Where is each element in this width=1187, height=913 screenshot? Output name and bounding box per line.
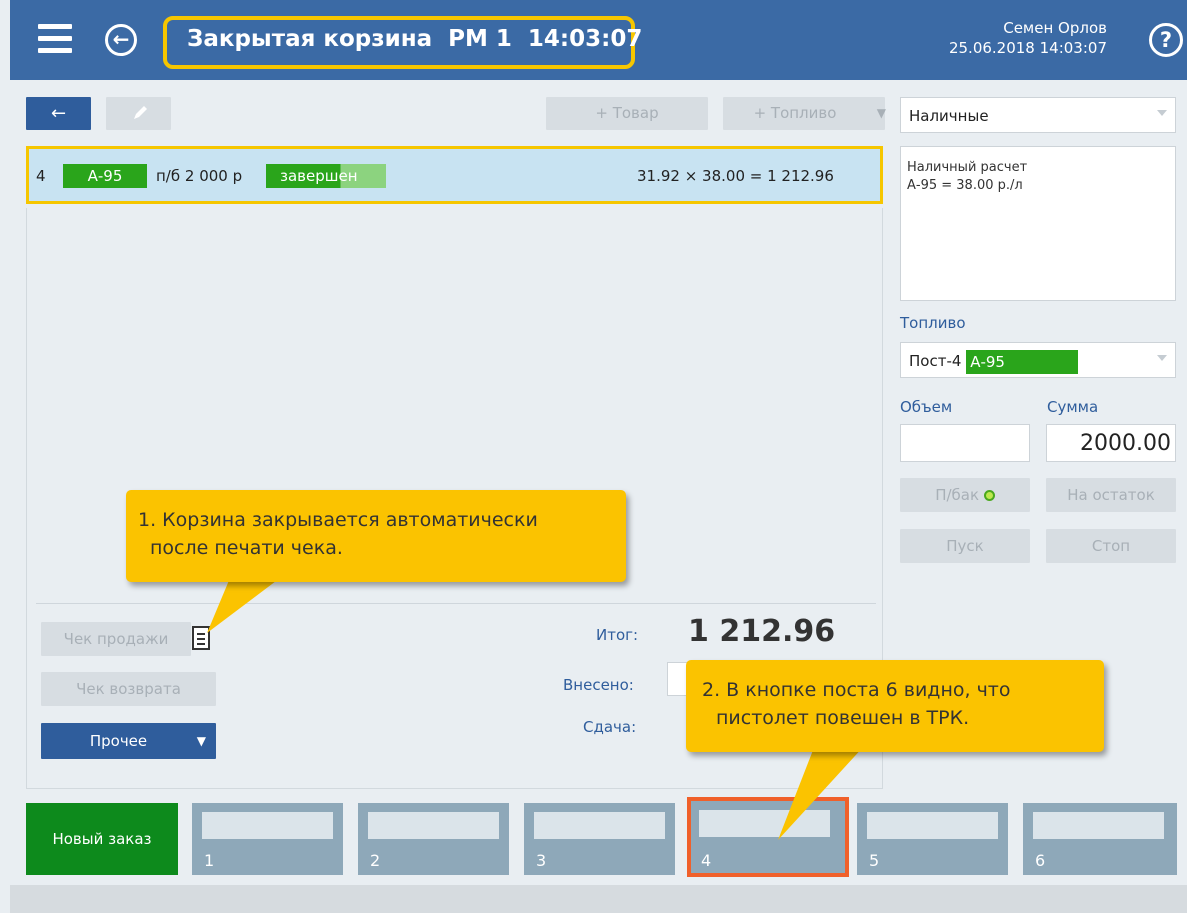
callout2-line2: пистолет повешен в ТРК. xyxy=(716,707,970,729)
add-fuel-label: + Топливо xyxy=(753,104,837,122)
new-order-button[interactable]: Новый заказ xyxy=(26,803,178,875)
chevron-down-icon xyxy=(1157,355,1167,361)
volume-input[interactable] xyxy=(900,424,1030,462)
callout2-line1: 2. В кнопке поста 6 видно, что xyxy=(702,679,1011,701)
user-info: Семен Орлов 25.06.2018 14:03:07 xyxy=(949,18,1107,58)
edit-button[interactable] xyxy=(106,97,171,130)
user-name: Семен Орлов xyxy=(1003,19,1107,37)
row-calculation: 31.92 × 38.00 = 1 212.96 xyxy=(637,167,834,185)
row-index: 4 xyxy=(36,167,46,185)
post-button-2[interactable]: 2 xyxy=(358,803,509,875)
datetime: 25.06.2018 14:03:07 xyxy=(948,39,1107,57)
info-line1: Наличный расчет xyxy=(907,160,1028,175)
status-badge: завершен xyxy=(266,164,386,188)
add-goods-button[interactable]: + Товар xyxy=(546,97,708,130)
start-button[interactable]: Пуск xyxy=(900,529,1030,563)
return-receipt-button[interactable]: Чек возврата xyxy=(41,672,216,706)
post-display xyxy=(368,812,499,839)
info-line2: А-95 = 38.00 р./л xyxy=(907,178,1023,193)
fill-tank-label: П/бак xyxy=(935,486,980,504)
other-button[interactable]: Прочее ▼ xyxy=(41,723,216,759)
callout1-line1: 1. Корзина закрывается автоматически xyxy=(138,509,538,531)
fuel-section-label: Топливо xyxy=(900,314,966,332)
row-description: п/б 2 000 р xyxy=(156,167,243,185)
total-label: Итог: xyxy=(596,626,639,644)
chevron-down-icon: ▼ xyxy=(876,106,886,120)
fuel-post-value: Пост-4 xyxy=(909,352,962,370)
back-arrow-icon[interactable]: ← xyxy=(105,24,137,56)
callout-auto-close: 1. Корзина закрывается автоматически пос… xyxy=(126,490,626,582)
sum-input[interactable]: 2000.00 xyxy=(1046,424,1176,462)
stop-button[interactable]: Стоп xyxy=(1046,529,1176,563)
fuel-post-select[interactable]: Пост-4 А-95 xyxy=(900,342,1176,378)
payment-method-select[interactable]: Наличные xyxy=(900,97,1176,133)
post-number: 1 xyxy=(204,851,215,870)
payment-info: Наличный расчет А-95 = 38.00 р./л xyxy=(900,146,1176,301)
status-bar xyxy=(10,885,1187,913)
divider xyxy=(36,603,876,604)
post-number: 5 xyxy=(869,851,880,870)
fill-tank-button[interactable]: П/бак xyxy=(900,478,1030,512)
post-display xyxy=(867,812,998,839)
post-button-1[interactable]: 1 xyxy=(192,803,343,875)
chevron-down-icon: ▼ xyxy=(196,734,206,748)
fuel-type-badge: А-95 xyxy=(966,349,1079,374)
add-fuel-button[interactable]: + Топливо ▼ xyxy=(723,97,886,130)
table-row[interactable]: 4 А-95 п/б 2 000 р завершен 31.92 × 38.0… xyxy=(26,146,883,204)
callout-pointer xyxy=(778,745,865,840)
post-number: 4 xyxy=(701,851,712,870)
post-number: 6 xyxy=(1035,851,1046,870)
paid-label: Внесено: xyxy=(563,676,634,694)
post-number: 3 xyxy=(536,851,547,870)
callout-post-status: 2. В кнопке поста 6 видно, что пистолет … xyxy=(686,660,1104,752)
menu-icon[interactable] xyxy=(38,24,72,54)
remainder-button[interactable]: На остаток xyxy=(1046,478,1176,512)
post-display xyxy=(534,812,665,839)
back-button[interactable]: ← xyxy=(26,97,91,130)
app-header: ← Закрытая корзина РМ 1 14:03:07 Семен О… xyxy=(10,0,1187,80)
post-number: 2 xyxy=(370,851,381,870)
callout-pointer xyxy=(207,578,280,633)
post-button-6[interactable]: 6 xyxy=(1023,803,1177,875)
fuel-badge: А-95 xyxy=(63,164,147,188)
post-display xyxy=(202,812,333,839)
other-label: Прочее xyxy=(89,732,148,750)
volume-label: Объем xyxy=(900,398,953,416)
page-title: Закрытая корзина РМ 1 14:03:07 xyxy=(187,26,643,52)
post-button-3[interactable]: 3 xyxy=(524,803,675,875)
sale-receipt-button[interactable]: Чек продажи xyxy=(41,622,191,656)
chevron-down-icon xyxy=(1157,110,1167,116)
sum-label: Сумма xyxy=(1047,398,1099,416)
post-button-5[interactable]: 5 xyxy=(857,803,1008,875)
callout1-line2: после печати чека. xyxy=(150,537,343,559)
post-display xyxy=(1033,812,1164,839)
help-icon[interactable]: ? xyxy=(1149,23,1183,57)
pencil-icon xyxy=(134,106,147,119)
payment-method-value: Наличные xyxy=(909,107,989,125)
change-label: Сдача: xyxy=(583,718,637,736)
status-dot-icon xyxy=(983,490,995,501)
total-value: 1 212.96 xyxy=(688,614,836,649)
